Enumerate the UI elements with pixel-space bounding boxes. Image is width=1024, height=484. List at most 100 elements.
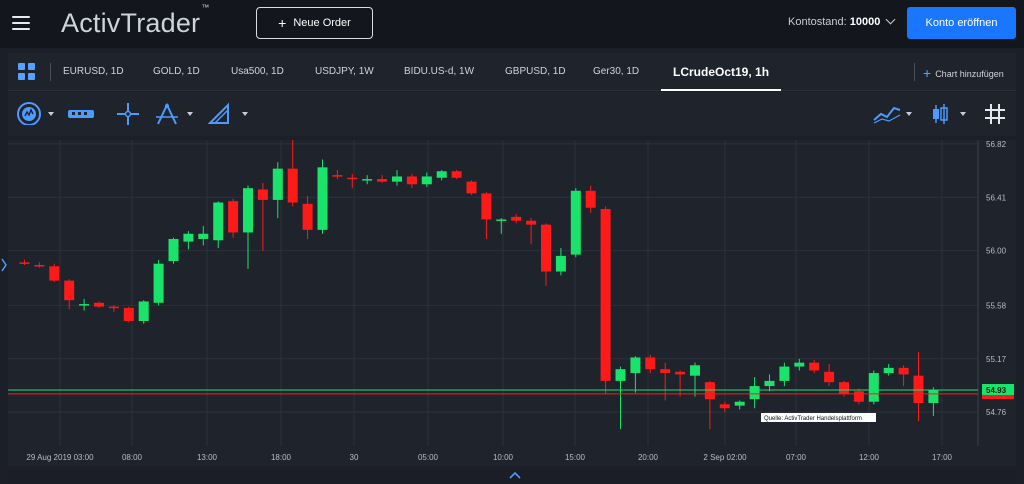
candle-body [362,179,373,181]
x-tick-label: 20:00 [638,453,659,462]
candle-body [824,371,835,383]
side-panel-toggle-icon[interactable] [0,258,8,272]
hamburger-menu-icon[interactable] [12,16,30,30]
candle-body [243,188,253,233]
x-tick-label: 07:00 [786,453,807,462]
candle-body [138,301,149,321]
tab-bidu[interactable]: BIDU.US-d, 1W [404,53,474,91]
candle-body [809,362,820,371]
candle-body [764,380,775,387]
candle-body [213,202,224,241]
top-header: ActivTrader™ + Neue Order Kontostand: 1000… [0,0,1024,48]
candle-body [49,266,60,281]
x-tick-label: 29 Aug 2019 03:00 [26,453,94,462]
candle-body [898,367,909,375]
candle-body [541,224,551,272]
x-tick-label: 17:00 [932,453,953,462]
candle-body [123,307,134,321]
x-tick-label: 30 [350,453,359,462]
tab-gold[interactable]: GOLD, 1D [153,53,200,91]
candle-body [108,306,119,309]
candle-body [451,171,462,178]
tab-ger30[interactable]: Ger30, 1D [593,53,639,91]
add-chart-label: Chart hinzufügen [935,69,1004,79]
fibonacci-icon[interactable] [154,102,180,126]
candle-body [749,386,760,400]
x-tick-label: 12:00 [859,453,880,462]
fibonacci-dropdown-caret[interactable] [187,112,193,116]
candlestick-chart-svg[interactable]: 56.82 56.41 56.00 55.58 55.17 54.76 29 Aug 201… [8,138,1016,466]
candle-body [555,255,566,272]
candle-body [853,391,864,402]
candlestick-icon[interactable] [928,102,952,126]
tab-usa500[interactable]: Usa500, 1D [231,53,284,91]
y-tick-label: 56.41 [986,193,1007,202]
drawing-icon[interactable] [207,102,233,126]
candle-body [79,304,90,306]
ruler-icon[interactable] [66,102,96,126]
logo-tm: ™ [201,3,210,12]
layout-grid-icon[interactable] [18,63,35,80]
new-order-button[interactable]: + Neue Order [256,7,373,39]
candle-body [228,201,239,233]
x-tick-label: 13:00 [197,453,218,462]
y-tick-label: 56.82 [986,140,1007,149]
candle-body [436,171,447,178]
candle-body [794,362,805,367]
crosshair-icon[interactable] [116,102,140,126]
price-chart[interactable]: 56.82 56.41 56.00 55.58 55.17 54.76 29 Aug 201… [8,138,1016,466]
candle-body [719,404,730,409]
candle-body [64,280,75,301]
account-balance-dropdown[interactable]: Kontostand: 10000 [788,14,896,28]
grid-toggle-icon[interactable] [983,102,1007,126]
open-account-button[interactable]: Konto eröffnen [907,7,1016,39]
candle-body [481,193,492,220]
candle-body [928,390,939,404]
candle-body [704,382,715,400]
balance-label: Kontostand: [788,16,847,28]
candle-body [779,366,790,381]
candle-body [377,179,388,182]
tab-eurusd[interactable]: EURUSD, 1D [63,53,124,91]
indicators-icon[interactable] [16,101,42,125]
candle-body [94,302,104,307]
candle-body [466,181,477,194]
plus-icon: + [278,15,287,31]
candle-body [302,203,313,230]
candle-body [913,375,924,404]
candle-body [287,168,298,203]
chart-type-dropdown-caret[interactable] [906,112,912,116]
logo[interactable]: ActivTrader™ [61,3,209,39]
tab-lcrudeoct19[interactable]: LCrudeOct19, 1h [661,53,782,91]
candle-body [615,369,626,381]
tab-gbpusd[interactable]: GBPUSD, 1D [505,53,566,91]
candle-body [34,265,45,267]
bid-price-label: 54.93 [986,386,1007,395]
logo-text: ActivTrader [61,8,201,38]
add-chart-button[interactable]: + Chart hinzufügen [923,53,1004,91]
candle-body [526,220,537,225]
candle-body [511,216,522,221]
candle-body [660,369,671,374]
new-order-label: Neue Order [293,17,351,29]
y-tick-label: 55.58 [986,301,1007,310]
candle-body [19,262,30,264]
ask-price-tag [982,395,1014,400]
x-tick-label: 05:00 [418,453,439,462]
candle-body [600,209,611,381]
candle-body [868,373,879,402]
chart-type-line-icon[interactable] [872,102,902,126]
candle-body [630,357,641,374]
tab-usdjpy[interactable]: USDJPY, 1W [315,53,374,91]
drawing-dropdown-caret[interactable] [242,112,248,116]
indicators-dropdown-caret[interactable] [48,112,54,116]
candle-body [392,176,402,182]
x-tick-label: 10:00 [493,453,514,462]
chevron-down-icon [885,14,896,24]
candlestick-dropdown-caret[interactable] [960,112,966,116]
candle-body [570,190,581,255]
candle-body [153,263,164,303]
chart-tabs-bar: EURUSD, 1D GOLD, 1D Usa500, 1D USDJPY, 1… [8,53,1016,91]
expand-bottom-panel-icon[interactable] [507,470,523,480]
candle-body [585,190,596,208]
